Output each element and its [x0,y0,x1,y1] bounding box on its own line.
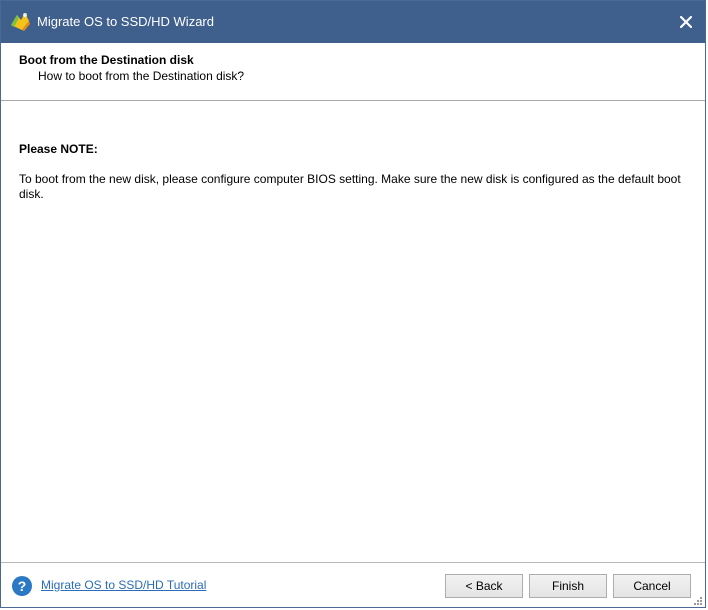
wizard-footer: ? Migrate OS to SSD/HD Tutorial < Back F… [1,562,705,607]
wizard-window: Migrate OS to SSD/HD Wizard Boot from th… [0,0,706,608]
wizard-content: Please NOTE: To boot from the new disk, … [1,101,705,561]
step-subtitle: How to boot from the Destination disk? [38,69,245,83]
tutorial-link[interactable]: Migrate OS to SSD/HD Tutorial [41,578,206,592]
note-body: To boot from the new disk, please config… [19,172,681,201]
cancel-button[interactable]: Cancel [613,574,691,598]
close-button[interactable] [671,7,701,37]
title-bar[interactable]: Migrate OS to SSD/HD Wizard [1,1,705,43]
window-title: Migrate OS to SSD/HD Wizard [37,14,214,29]
note-heading: Please NOTE: [19,142,98,156]
app-logo-icon [8,11,32,33]
resize-grip-icon[interactable] [693,595,703,605]
finish-button[interactable]: Finish [529,574,607,598]
close-icon [679,15,693,29]
wizard-header: Boot from the Destination disk How to bo… [1,43,705,101]
question-icon[interactable]: ? [12,576,32,596]
back-button[interactable]: < Back [445,574,523,598]
step-title: Boot from the Destination disk [19,53,194,67]
